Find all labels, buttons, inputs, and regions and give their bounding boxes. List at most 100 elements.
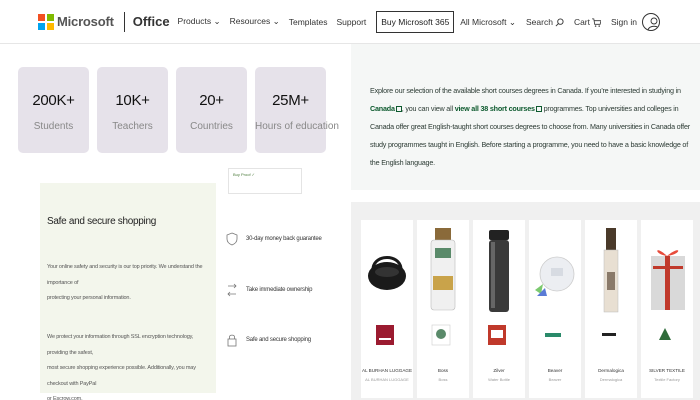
text-line: or Escrow.com. [47,396,83,400]
scale-icon [535,256,575,296]
secure-paragraph-1: Your online safety and security is our t… [47,260,213,307]
brand-logo-icon [488,325,506,345]
brand-divider [123,11,125,32]
product-name[interactable]: Office [133,14,170,29]
nav-resources[interactable]: Resources ⌄ [230,16,280,27]
stat-label: Students [33,121,74,132]
guarantee-secure: Safe and secure shopping [226,333,311,347]
brand-logo-icon [656,325,674,345]
product-category: Textile Factory [654,377,680,382]
sign-in-button[interactable]: Sign in [611,13,660,31]
stat-card-teachers: 10K+ Teachers [97,67,168,153]
product-category: Dermalogica [599,377,623,382]
text-line: We protect your information through SSL … [47,334,194,356]
serum-icon [603,228,619,313]
chevron-down-icon: ⌄ [508,16,516,27]
chevron-down-icon: ⌄ [213,16,221,26]
sign-in-label: Sign in [611,17,637,27]
stat-value: 10K+ [115,92,150,109]
guarantee-label: Safe and secure shopping [246,337,311,343]
text-line: most secure shopping experience possible… [47,365,196,387]
brand-logo-icon [544,325,562,345]
brand-logo-icon [600,325,618,345]
view-all-courses-link[interactable]: view all 38 short courses [455,104,535,113]
secure-paragraph-2: We protect your information through SSL … [47,330,213,400]
product-category: Beaver [548,377,562,382]
search-icon [555,17,564,26]
brand-logo-icon [376,325,394,345]
brand-name: Microsoft [57,14,114,29]
bag-icon [368,256,406,290]
stat-card-students: 200K+ Students [18,67,89,153]
canada-link[interactable]: Canada [370,104,395,113]
top-navigation: Microsoft Office Products ⌄ Resources ⌄ … [0,0,700,44]
product-card[interactable]: Beaver Beaver [529,220,581,398]
nav-templates[interactable]: Templates [289,17,328,27]
stat-label: Teachers [112,121,153,132]
text-line: Your online safety and security is our t… [47,264,203,286]
stat-label: Countries [190,121,233,132]
brand-logo-icon [431,324,451,346]
product-carousel: AL BURHAN LUGGAGE AL BURHAN LUGGAGE Boss… [351,202,700,400]
cart-button[interactable]: Cart [574,17,601,27]
brand[interactable]: Microsoft Office [38,11,178,32]
product-card[interactable]: AL BURHAN LUGGAGE AL BURHAN LUGGAGE [361,220,413,398]
description-text: , you can view all [401,104,455,113]
product-category: Boss [438,377,448,382]
bottle-icon [430,228,456,311]
lock-icon [227,334,237,347]
nav-products-label: Products [177,16,212,26]
product-category: Water Bottle [488,377,510,382]
product-name: SILVER TEXTILE [649,368,685,373]
microsoft-logo-icon [38,13,54,30]
cart-icon [592,17,601,27]
stats-row: 200K+ Students 10K+ Teachers 20+ Countri… [18,67,339,153]
product-category: AL BURHAN LUGGAGE [365,377,409,382]
description-text: programmes. Top universities and college… [370,104,690,167]
buy-microsoft-365-button[interactable]: Buy Microsoft 365 [376,10,455,33]
shield-icon [226,232,238,246]
flask-icon [489,230,509,312]
product-card[interactable]: Zilver Water Bottle [473,220,525,398]
cart-label: Cart [573,17,590,27]
avatar-icon [642,13,660,31]
product-name: Boss [437,368,449,373]
product-card[interactable]: SILVER TEXTILE Textile Factory [641,220,693,398]
product-name: AL BURHAN LUGGAGE [361,368,413,373]
nav-products[interactable]: Products ⌄ [178,16,221,27]
buy-proof-label: Buy Proof ✓ [233,172,256,177]
gift-icon [651,250,685,310]
search-button[interactable]: Search [526,17,564,27]
secure-shopping-panel: Safe and secure shopping Your online saf… [40,183,216,400]
search-label: Search [526,17,553,27]
stat-label: Hours of education [255,121,339,132]
stat-value: 20+ [199,92,224,109]
transfer-icon [227,283,237,297]
courses-description: Explore our selection of the available s… [370,82,692,172]
stat-value: 25M+ [272,92,309,109]
guarantee-ownership: Take immediate ownership [226,283,312,297]
stat-card-countries: 20+ Countries [176,67,247,153]
product-name: Zilver [493,368,505,373]
nav-resources-label: Resources [229,16,271,26]
stat-value: 200K+ [32,92,75,109]
buy-proof-card: Buy Proof ✓ [228,168,302,194]
guarantee-label: Take immediate ownership [246,287,313,293]
utility-nav: All Microsoft ⌄ Search Cart Sign in [450,0,660,44]
chevron-down-icon: ⌄ [272,16,280,26]
product-name: Beaver [547,368,563,373]
courses-description-panel: Explore our selection of the available s… [351,44,700,190]
page: Microsoft Office Products ⌄ Resources ⌄ … [0,0,700,400]
guarantee-label: 30-day money back guarantee [246,236,322,242]
secure-shopping-title: Safe and secure shopping [47,216,156,227]
text-line: protecting your personal information. [47,295,131,301]
nav-support[interactable]: Support [336,17,366,27]
all-microsoft-menu[interactable]: All Microsoft ⌄ [460,17,516,28]
all-microsoft-label: All Microsoft [460,17,507,27]
product-card[interactable]: Boss Boss [417,220,469,398]
guarantee-money-back: 30-day money back guarantee [226,232,322,246]
product-name: Dermalogica [598,368,624,373]
product-card[interactable]: Dermalogica Dermalogica [585,220,637,398]
main-nav: Products ⌄ Resources ⌄ Templates Support… [178,10,455,33]
stat-card-hours: 25M+ Hours of education [255,67,339,153]
